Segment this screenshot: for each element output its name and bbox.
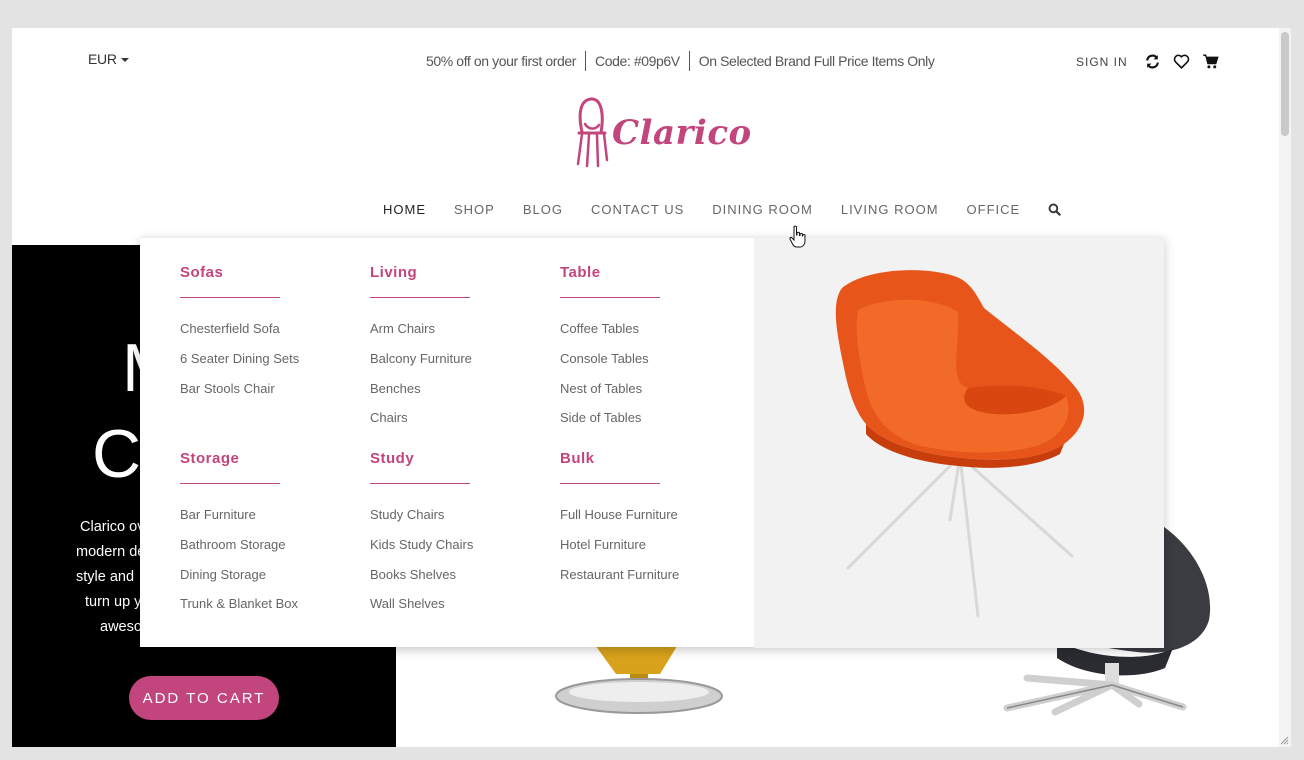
vertical-scrollbar[interactable] bbox=[1279, 28, 1291, 747]
scrollbar-thumb[interactable] bbox=[1281, 32, 1289, 136]
menu-heading-table[interactable]: Table bbox=[560, 264, 660, 298]
hand-cursor-icon bbox=[789, 225, 806, 248]
add-to-cart-button[interactable]: ADD TO CART bbox=[129, 676, 279, 720]
menu-link-trunk-blanket-box[interactable]: Trunk & Blanket Box bbox=[180, 589, 370, 619]
menu-link-kids-study-chairs[interactable]: Kids Study Chairs bbox=[370, 530, 560, 560]
menu-feature-image[interactable] bbox=[754, 238, 1164, 648]
promo-terms: On Selected Brand Full Price Items Only bbox=[698, 53, 935, 69]
menu-link-bar-stools-chair[interactable]: Bar Stools Chair bbox=[180, 374, 370, 404]
menu-column-table: Table Coffee Tables Console Tables Nest … bbox=[560, 264, 750, 433]
menu-link-full-house-furniture[interactable]: Full House Furniture bbox=[560, 500, 750, 530]
menu-link-bathroom-storage[interactable]: Bathroom Storage bbox=[180, 530, 370, 560]
menu-column-living: Living Arm Chairs Balcony Furniture Benc… bbox=[370, 264, 560, 433]
menu-link-side-of-tables[interactable]: Side of Tables bbox=[560, 403, 750, 433]
resize-grip-icon[interactable] bbox=[1279, 735, 1289, 745]
menu-column-bulk: Bulk Full House Furniture Hotel Furnitur… bbox=[560, 450, 750, 589]
site-logo[interactable]: Clarico bbox=[574, 94, 752, 168]
promo-divider bbox=[688, 51, 690, 71]
menu-heading-study[interactable]: Study bbox=[370, 450, 470, 484]
promo-bar: 50% off on your first order Code: #09p6V… bbox=[426, 51, 935, 71]
menu-heading-bulk[interactable]: Bulk bbox=[560, 450, 660, 484]
nav-dining-room[interactable]: DINING ROOM bbox=[712, 202, 813, 217]
caret-down-icon bbox=[120, 58, 129, 62]
menu-link-wall-shelves[interactable]: Wall Shelves bbox=[370, 589, 560, 619]
menu-link-console-tables[interactable]: Console Tables bbox=[560, 344, 750, 374]
living-room-mega-menu: Sofas Chesterfield Sofa 6 Seater Dining … bbox=[140, 237, 1164, 648]
promo-offer: 50% off on your first order bbox=[426, 53, 577, 69]
nav-blog[interactable]: BLOG bbox=[523, 202, 563, 217]
logo-text: Clarico bbox=[612, 113, 752, 153]
refresh-icon[interactable] bbox=[1144, 53, 1161, 70]
menu-link-dining-storage[interactable]: Dining Storage bbox=[180, 560, 370, 590]
menu-column-study: Study Study Chairs Kids Study Chairs Boo… bbox=[370, 450, 560, 619]
menu-heading-sofas[interactable]: Sofas bbox=[180, 264, 280, 298]
chair-logo-icon bbox=[576, 97, 609, 168]
menu-link-nest-of-tables[interactable]: Nest of Tables bbox=[560, 374, 750, 404]
header-icons bbox=[1144, 53, 1219, 70]
menu-link-restaurant-furniture[interactable]: Restaurant Furniture bbox=[560, 560, 750, 590]
menu-heading-living[interactable]: Living bbox=[370, 264, 470, 298]
menu-link-books-shelves[interactable]: Books Shelves bbox=[370, 560, 560, 590]
menu-link-bar-furniture[interactable]: Bar Furniture bbox=[180, 500, 370, 530]
nav-shop[interactable]: SHOP bbox=[454, 202, 495, 217]
menu-heading-storage[interactable]: Storage bbox=[180, 450, 280, 484]
menu-link-arm-chairs[interactable]: Arm Chairs bbox=[370, 314, 560, 344]
menu-link-coffee-tables[interactable]: Coffee Tables bbox=[560, 314, 750, 344]
currency-label: EUR bbox=[88, 51, 117, 67]
cart-icon[interactable] bbox=[1202, 53, 1219, 70]
menu-column-sofas: Sofas Chesterfield Sofa 6 Seater Dining … bbox=[180, 264, 370, 403]
orange-chair-image bbox=[835, 270, 1085, 618]
menu-link-chairs[interactable]: Chairs bbox=[370, 403, 560, 433]
menu-column-storage: Storage Bar Furniture Bathroom Storage D… bbox=[180, 450, 370, 619]
search-icon[interactable] bbox=[1048, 203, 1062, 217]
promo-divider bbox=[585, 51, 587, 71]
nav-home[interactable]: HOME bbox=[383, 202, 426, 217]
menu-link-study-chairs[interactable]: Study Chairs bbox=[370, 500, 560, 530]
menu-link-hotel-furniture[interactable]: Hotel Furniture bbox=[560, 530, 750, 560]
sign-in-link[interactable]: SIGN IN bbox=[1076, 55, 1128, 69]
nav-contact-us[interactable]: CONTACT US bbox=[591, 202, 684, 217]
browser-viewport: EUR 50% off on your first order Code: #0… bbox=[12, 28, 1291, 747]
main-nav: HOME SHOP BLOG CONTACT US DINING ROOM LI… bbox=[383, 202, 1062, 217]
currency-selector[interactable]: EUR bbox=[88, 51, 129, 67]
menu-link-balcony-furniture[interactable]: Balcony Furniture bbox=[370, 344, 560, 374]
menu-link-chesterfield-sofa[interactable]: Chesterfield Sofa bbox=[180, 314, 370, 344]
nav-living-room[interactable]: LIVING ROOM bbox=[841, 202, 939, 217]
menu-link-benches[interactable]: Benches bbox=[370, 374, 560, 404]
yellow-chair-image[interactable] bbox=[552, 638, 732, 718]
promo-code: Code: #09p6V bbox=[595, 53, 680, 69]
menu-link-6-seater-dining-sets[interactable]: 6 Seater Dining Sets bbox=[180, 344, 370, 374]
nav-office[interactable]: OFFICE bbox=[967, 202, 1021, 217]
heart-icon[interactable] bbox=[1173, 53, 1190, 70]
